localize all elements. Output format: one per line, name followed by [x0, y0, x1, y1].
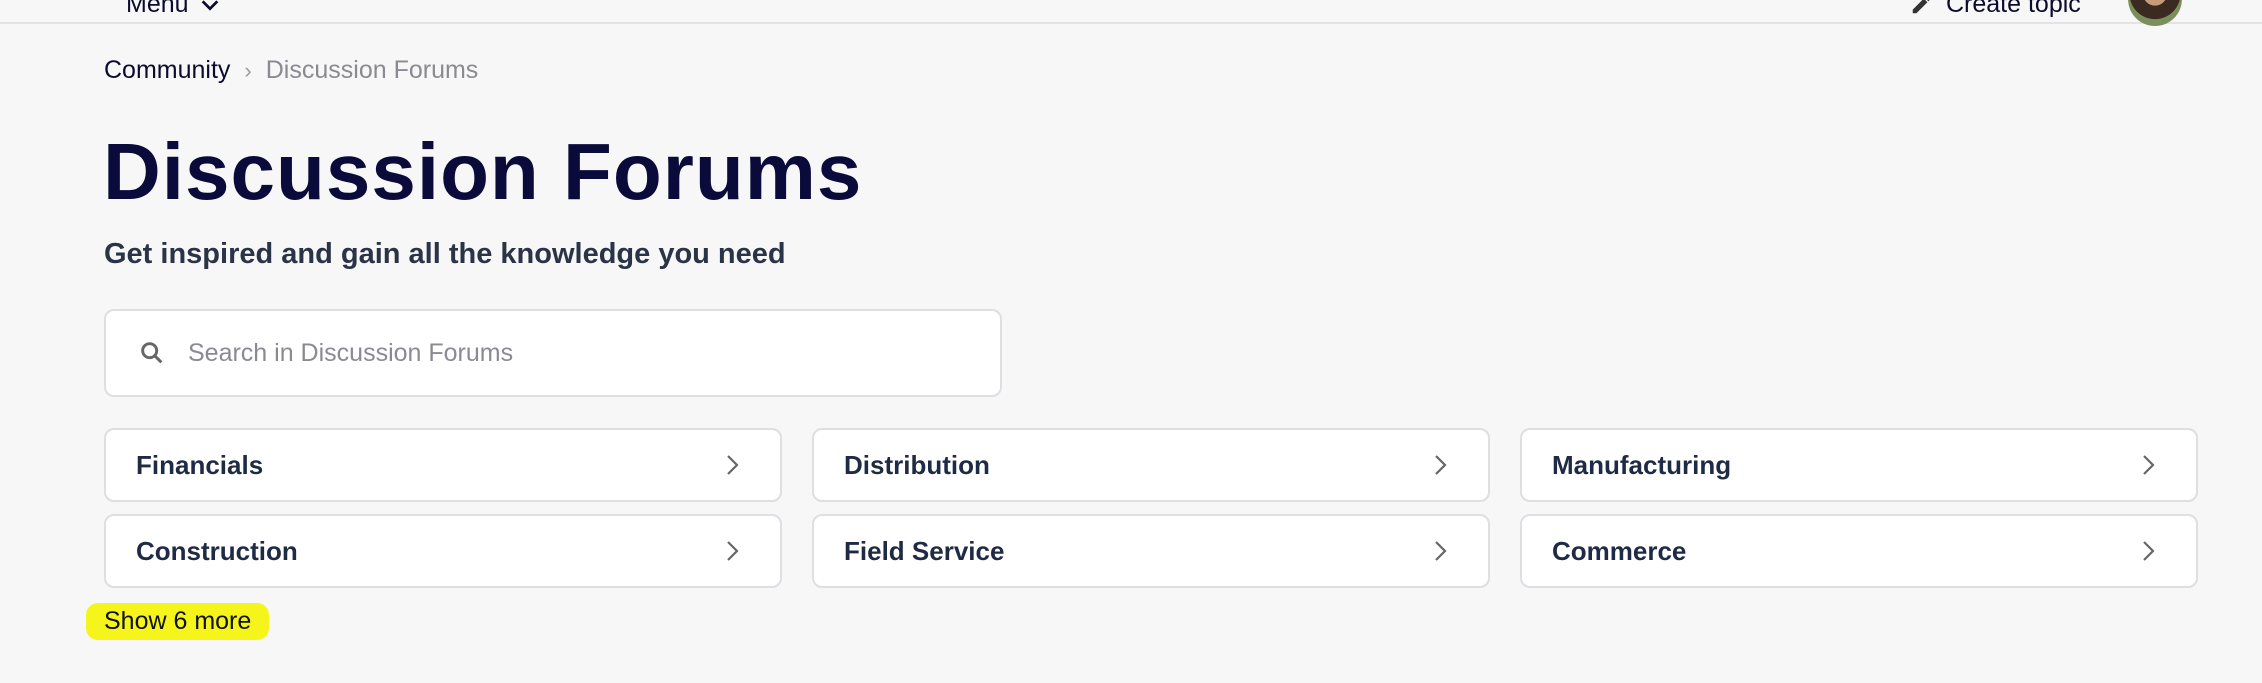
category-label: Commerce — [1552, 535, 1687, 566]
category-card-manufacturing[interactable]: Manufacturing — [1520, 428, 2198, 502]
search-icon — [141, 342, 163, 364]
menu-label: Menu — [126, 0, 189, 18]
chevron-right-icon — [727, 541, 739, 561]
menu-button[interactable]: Menu — [126, 0, 221, 19]
pencil-icon — [1912, 0, 1930, 13]
show-more-link[interactable]: Show 6 more — [86, 603, 270, 640]
breadcrumb-community[interactable]: Community — [104, 56, 230, 85]
page-subtitle: Get inspired and gain all the knowledge … — [104, 238, 786, 270]
category-card-financials[interactable]: Financials — [104, 428, 782, 502]
category-card-field-service[interactable]: Field Service — [812, 514, 1490, 588]
chevron-down-icon — [201, 0, 218, 11]
category-label: Construction — [136, 535, 298, 566]
category-card-construction[interactable]: Construction — [104, 514, 782, 588]
category-label: Financials — [136, 449, 264, 480]
page-title: Discussion Forums — [103, 127, 863, 216]
create-topic-button[interactable]: Create topic — [1910, 0, 2081, 19]
category-card-commerce[interactable]: Commerce — [1520, 514, 2198, 588]
avatar[interactable] — [2128, 0, 2182, 26]
chevron-right-icon — [2143, 541, 2155, 561]
category-label: Distribution — [844, 449, 990, 480]
breadcrumb-current: Discussion Forums — [265, 56, 479, 84]
chevron-right-icon — [727, 455, 739, 475]
chevron-right-icon — [1435, 455, 1447, 475]
top-bar: Menu Create topic — [0, 0, 2262, 26]
breadcrumb: Community › Discussion Forums — [104, 56, 478, 85]
category-grid: Financials Distribution Manufacturing Co… — [104, 428, 2198, 588]
chevron-right-icon — [1435, 541, 1447, 561]
search-box[interactable] — [104, 309, 1002, 397]
category-label: Manufacturing — [1552, 449, 1732, 480]
category-label: Field Service — [844, 535, 1005, 566]
search-input[interactable] — [186, 337, 1000, 369]
category-card-distribution[interactable]: Distribution — [812, 428, 1490, 502]
chevron-right-icon — [2143, 455, 2155, 475]
create-topic-label: Create topic — [1946, 0, 2081, 18]
chevron-right-icon: › — [244, 57, 252, 83]
